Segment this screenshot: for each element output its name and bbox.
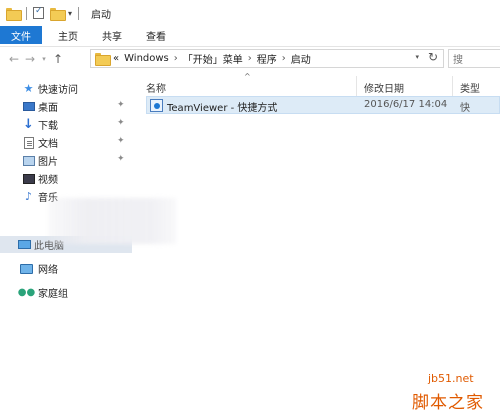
column-header-date[interactable]: 修改日期 [364, 78, 404, 96]
file-type: 快 [460, 103, 470, 114]
column-header-type[interactable]: 类型 [460, 78, 480, 96]
breadcrumb-windows[interactable]: Windows [124, 53, 169, 64]
toolbar-divider [26, 6, 27, 20]
pictures-icon [22, 154, 35, 167]
pin-icon[interactable]: ✦ [117, 118, 125, 128]
teamviewer-shortcut-icon [150, 99, 163, 112]
tab-share[interactable]: 共享 [90, 26, 134, 44]
forward-arrow-icon[interactable]: → [22, 49, 38, 69]
nav-label: 网络 [38, 265, 58, 276]
address-bar[interactable]: « Windows › 「开始」菜单 › 程序 › 启动 ▾ ↻ [90, 49, 444, 68]
file-date: 2016/6/17 14:04 [364, 99, 448, 110]
file-name: TeamViewer - 快捷方式 [167, 103, 278, 114]
toolbar-divider [78, 6, 80, 20]
column-divider[interactable] [356, 76, 357, 96]
breadcrumb-separator[interactable]: › [174, 53, 178, 64]
watermark-domain: jb51.net [428, 372, 474, 385]
sort-caret-icon: ^ [244, 72, 251, 81]
nav-item-downloads[interactable]: ↓ 下载 ✦ [0, 116, 132, 133]
nav-label: 下载 [38, 121, 58, 132]
title-bar: ▾ 启动 [0, 0, 500, 26]
pin-icon[interactable]: ✦ [117, 100, 125, 110]
nav-item-pictures[interactable]: 图片 ✦ [0, 152, 132, 169]
customize-toolbar-chevron-icon[interactable]: ▾ [68, 9, 72, 18]
nav-label: 文档 [38, 139, 58, 150]
nav-item-desktop[interactable]: 桌面 ✦ [0, 98, 132, 115]
nav-label: 视频 [38, 175, 58, 186]
music-icon: ♪ [24, 190, 33, 203]
nav-homegroup[interactable]: ●● 家庭组 [0, 284, 132, 301]
tab-file[interactable]: 文件 [0, 26, 42, 44]
desktop-icon [22, 100, 35, 113]
up-arrow-icon[interactable]: ↑ [50, 49, 66, 69]
back-arrow-icon[interactable]: ← [6, 49, 22, 69]
new-folder-icon[interactable] [50, 7, 66, 21]
nav-label: 家庭组 [38, 289, 68, 300]
column-divider[interactable] [452, 76, 453, 96]
site-watermark: jb51.net 脚本之家 [412, 372, 500, 418]
breadcrumb-separator[interactable]: › [248, 53, 252, 64]
address-folder-icon [95, 53, 111, 66]
file-row-teamviewer[interactable]: TeamViewer - 快捷方式 2016/6/17 14:04 快 [146, 96, 500, 114]
navigation-pane: ★ 快速访问 桌面 ✦ ↓ 下载 ✦ 文档 ✦ 图片 ✦ 视频 ♪ 音乐 此电脑… [0, 72, 132, 418]
nav-label: 快速访问 [38, 85, 78, 96]
search-input[interactable]: 搜 [448, 49, 500, 68]
folder-icon[interactable] [6, 7, 22, 21]
star-icon: ★ [23, 82, 34, 95]
breadcrumb-startup[interactable]: 启动 [291, 51, 311, 66]
pin-icon[interactable]: ✦ [117, 154, 125, 164]
document-icon [22, 136, 35, 149]
watermark-name: 脚本之家 [412, 393, 484, 413]
download-icon: ↓ [23, 117, 34, 132]
tab-view[interactable]: 查看 [134, 26, 178, 44]
ribbon-tabs: 文件 主页 共享 查看 [0, 26, 500, 44]
nav-item-videos[interactable]: 视频 [0, 170, 132, 187]
nav-item-documents[interactable]: 文档 ✦ [0, 134, 132, 151]
nav-network[interactable]: 网络 [0, 260, 132, 277]
video-icon [22, 172, 35, 185]
refresh-icon[interactable]: ↻ [428, 50, 438, 64]
breadcrumb-separator[interactable]: › [282, 53, 286, 64]
breadcrumb-programs[interactable]: 程序 [257, 51, 277, 66]
column-header-name[interactable]: 名称 [146, 78, 166, 96]
window-title: 启动 [91, 9, 112, 21]
breadcrumb-overflow[interactable]: « [113, 53, 119, 64]
nav-label: 桌面 [38, 103, 58, 114]
breadcrumb-start-menu[interactable]: 「开始」菜单 [183, 51, 243, 66]
pin-icon[interactable]: ✦ [117, 136, 125, 146]
properties-icon[interactable] [33, 6, 44, 19]
nav-label: 图片 [38, 157, 58, 168]
navigation-bar: ← → ▾ ↑ « Windows › 「开始」菜单 › 程序 › 启动 ▾ ↻… [0, 46, 500, 70]
homegroup-icon: ●● [17, 287, 36, 298]
nav-quick-access[interactable]: ★ 快速访问 [0, 80, 132, 97]
computer-icon [18, 238, 31, 251]
recent-locations-chevron-icon[interactable]: ▾ [38, 49, 50, 69]
address-history-chevron-icon[interactable]: ▾ [415, 53, 419, 61]
tab-home[interactable]: 主页 [46, 26, 90, 44]
network-icon [20, 262, 33, 275]
file-list: ^ 名称 修改日期 类型 TeamViewer - 快捷方式 2016/6/17… [138, 72, 500, 418]
